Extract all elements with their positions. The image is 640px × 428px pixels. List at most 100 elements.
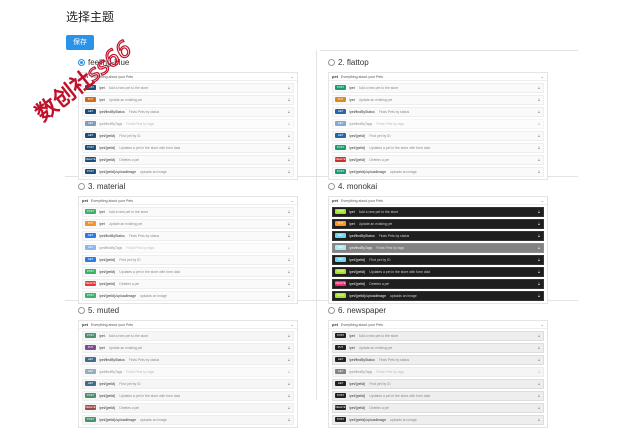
method-badge: POST [85,169,96,175]
endpoint-row: GET/pet/{petId} Find pet by ID 🔒︎ [332,254,544,265]
endpoint-row: GET/pet/{petId} Find pet by ID 🔒︎ [82,130,294,141]
endpoint-summary: Finds Pets by status [378,233,410,238]
lock-icon: 🔒︎ [537,109,540,115]
theme-option[interactable]: 4. monokai pet Everything about your Pets ⌄… [328,180,568,304]
endpoint-row: POST/pet/{petId} Updates a pet in the sto… [332,390,544,401]
api-tag-header: pet Everything about your Pets ⌄ [79,73,297,81]
endpoint-summary: Add a new pet to the store [358,85,399,90]
method-badge: GET [85,245,96,251]
lock-icon: 🔒︎ [287,85,290,91]
method-badge: PUT [335,345,346,351]
endpoint-row: DELETE/pet/{petId} Deletes a pet 🔒︎ [82,402,294,413]
theme-preview: pet Everything about your Pets ⌄ POST/pet Ad… [78,72,298,180]
lock-icon: 🔒︎ [287,357,290,363]
theme-header[interactable]: 4. monokai [328,180,568,192]
theme-header[interactable]: 2. flattop [328,56,568,68]
method-badge: GET [335,133,346,139]
api-tag: pet [82,198,88,203]
theme-name: 4. monokai [338,181,378,191]
api-tag: pet [332,198,338,203]
api-tag-desc: Everything about your Pets [91,74,134,79]
endpoint-summary: Find pet by ID [369,257,391,262]
lock-icon: 🔒︎ [287,145,290,151]
theme-header[interactable]: 3. material [78,180,318,192]
api-tag: pet [332,322,338,327]
endpoint-summary: uploads an image [139,293,167,298]
theme-header[interactable]: 6. newspaper [328,304,568,316]
theme-radio[interactable] [78,58,85,66]
theme-option[interactable]: 6. newspaper pet Everything about your Pet… [328,304,568,428]
theme-option[interactable]: feeling-blue pet Everything about your Pet… [78,56,318,180]
theme-option[interactable]: 3. material pet Everything about your Pets… [78,180,318,304]
theme-option[interactable]: 5. muted pet Everything about your Pets ⌄ PO… [78,304,318,428]
lock-icon: 🔒︎ [287,405,290,411]
endpoint-path: /pet/findByTags [99,121,123,126]
endpoint-row: POST/pet Add a new pet to the store 🔒︎ [332,82,544,93]
api-tag-header: pet Everything about your Pets ⌄ [329,321,547,329]
api-tag-desc: Everything about your Pets [91,198,134,203]
endpoint-path: /pet [349,345,355,350]
method-badge: POST [85,393,96,399]
theme-radio[interactable] [328,306,335,314]
lock-icon: 🔒︎ [287,157,290,163]
save-button[interactable]: 保存 [66,35,94,50]
row-divider [320,50,578,51]
endpoint-summary: Finds Pets by tags [126,369,155,374]
endpoint-summary: Update an existing pet [108,345,143,350]
endpoint-summary: uploads an image [389,169,417,174]
lock-icon: 🔒︎ [537,357,540,363]
method-badge: GET [85,357,96,363]
theme-radio[interactable] [328,182,335,190]
lock-icon: 🔒︎ [537,333,540,339]
theme-header[interactable]: feeling-blue [78,56,318,68]
endpoint-summary: Finds Pets by tags [376,245,405,250]
theme-radio[interactable] [78,182,85,190]
endpoint-row: GET/pet/findByTags Finds Pets by tags 🔒︎ [332,242,544,253]
theme-option[interactable]: 2. flattop pet Everything about your Pets ⌄… [328,56,568,180]
endpoint-summary: Finds Pets by status [128,233,160,238]
theme-header[interactable]: 5. muted [78,304,318,316]
endpoint-row: POST/pet/{petId}/uploadImage uploads an i… [332,414,544,425]
method-badge: GET [85,369,96,375]
endpoint-summary: Updates a pet in the store with form dat… [119,145,181,150]
method-badge: DELETE [85,281,96,287]
lock-icon: 🔒︎ [287,133,290,139]
theme-radio[interactable] [328,58,335,66]
endpoint-row: POST/pet Add a new pet to the store 🔒︎ [332,330,544,341]
method-badge: DELETE [335,281,346,287]
endpoint-row: POST/pet Add a new pet to the store 🔒︎ [82,206,294,217]
endpoint-summary: Add a new pet to the store [108,333,149,338]
endpoint-path: /pet/findByTags [99,245,123,250]
lock-icon: 🔒︎ [287,257,290,263]
theme-preview: pet Everything about your Pets ⌄ POST/pet Ad… [328,196,548,304]
method-badge: POST [85,85,96,91]
lock-icon: 🔒︎ [287,233,290,239]
lock-icon: 🔒︎ [537,281,540,287]
endpoint-row: POST/pet/{petId} Updates a pet in the sto… [332,142,544,153]
theme-preview: pet Everything about your Pets ⌄ POST/pet Ad… [328,72,548,180]
lock-icon: 🔒︎ [537,257,540,263]
api-tag-desc: Everything about your Pets [341,322,384,327]
endpoint-summary: Deletes a pet [119,281,140,286]
lock-icon: 🔒︎ [287,269,290,275]
api-tag: pet [82,322,88,327]
theme-radio[interactable] [78,306,85,314]
endpoint-row: POST/pet/{petId} Updates a pet in the sto… [332,266,544,277]
endpoint-row: GET/pet/findByTags Finds Pets by tags 🔒︎ [82,118,294,129]
endpoint-path: /pet/findByStatus [99,233,125,238]
theme-name: feeling-blue [88,57,130,67]
method-badge: POST [335,333,346,339]
theme-name: 5. muted [88,305,120,315]
lock-icon: 🔒︎ [287,121,290,127]
method-badge: PUT [335,221,346,227]
endpoint-row: DELETE/pet/{petId} Deletes a pet 🔒︎ [332,278,544,289]
endpoint-summary: Add a new pet to the store [108,209,149,214]
theme-name: 2. flattop [338,57,369,67]
method-badge: GET [335,357,346,363]
lock-icon: 🔒︎ [537,121,540,127]
method-badge: DELETE [335,157,346,163]
endpoint-summary: Updates a pet in the store with form dat… [119,269,181,274]
endpoint-row: GET/pet/findByStatus Finds Pets by status… [332,106,544,117]
endpoint-summary: Update an existing pet [358,221,393,226]
method-badge: POST [85,209,96,215]
